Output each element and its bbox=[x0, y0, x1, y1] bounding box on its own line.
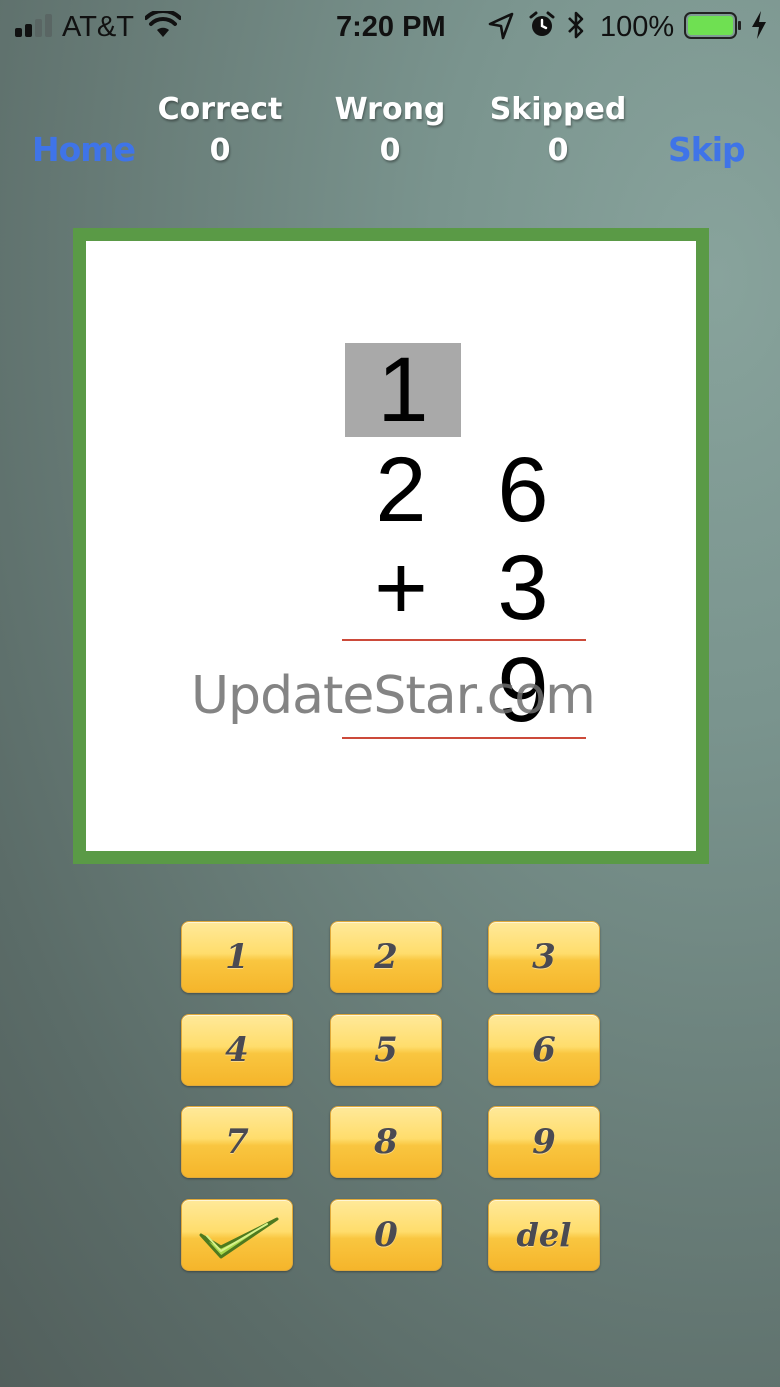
ones-digit-bottom: 3 bbox=[497, 537, 549, 639]
alarm-icon bbox=[529, 11, 555, 36]
location-arrow-icon bbox=[488, 12, 514, 40]
wrong-label: Wrong bbox=[334, 92, 446, 127]
battery-icon bbox=[684, 12, 741, 39]
ones-digit-top: 6 bbox=[497, 439, 549, 541]
answer-underline bbox=[342, 737, 586, 739]
wrong-counter: Wrong 0 bbox=[310, 92, 470, 168]
skipped-value: 0 bbox=[547, 133, 569, 168]
key-0[interactable]: 0 bbox=[330, 1199, 442, 1271]
wrong-value: 0 bbox=[379, 133, 401, 168]
battery-percent: 100% bbox=[600, 11, 675, 43]
carry-digit: 1 bbox=[377, 339, 429, 441]
key-8[interactable]: 8 bbox=[330, 1106, 442, 1178]
wifi-icon bbox=[145, 11, 181, 37]
status-time: 7:20 PM bbox=[336, 11, 446, 43]
key-4[interactable]: 4 bbox=[181, 1014, 293, 1086]
correct-label: Correct bbox=[157, 92, 283, 127]
skip-button[interactable]: Skip bbox=[668, 130, 746, 169]
key-6[interactable]: 6 bbox=[488, 1014, 600, 1086]
skipped-label: Skipped bbox=[489, 92, 627, 127]
home-button[interactable]: Home bbox=[32, 130, 136, 169]
key-7[interactable]: 7 bbox=[181, 1106, 293, 1178]
submit-button[interactable] bbox=[181, 1199, 293, 1271]
status-bar: AT&T 7:20 PM 100% bbox=[0, 0, 780, 54]
signal-icon bbox=[15, 13, 57, 37]
key-3[interactable]: 3 bbox=[488, 921, 600, 993]
correct-value: 0 bbox=[209, 133, 231, 168]
tens-digit-top: 2 bbox=[375, 439, 427, 541]
check-icon bbox=[199, 1217, 279, 1259]
key-9[interactable]: 9 bbox=[488, 1106, 600, 1178]
delete-button[interactable]: del bbox=[488, 1199, 600, 1271]
correct-counter: Correct 0 bbox=[140, 92, 300, 168]
skipped-counter: Skipped 0 bbox=[478, 92, 638, 168]
carrier-label: AT&T bbox=[62, 11, 134, 43]
problem-card: 1 2 6 + 3 9 UpdateStar.com bbox=[73, 228, 709, 864]
key-5[interactable]: 5 bbox=[330, 1014, 442, 1086]
bluetooth-icon bbox=[568, 11, 584, 39]
key-2[interactable]: 2 bbox=[330, 921, 442, 993]
watermark: UpdateStar.com bbox=[191, 666, 596, 726]
key-1[interactable]: 1 bbox=[181, 921, 293, 993]
plus-operator: + bbox=[374, 537, 428, 639]
charging-bolt-icon bbox=[752, 11, 766, 39]
